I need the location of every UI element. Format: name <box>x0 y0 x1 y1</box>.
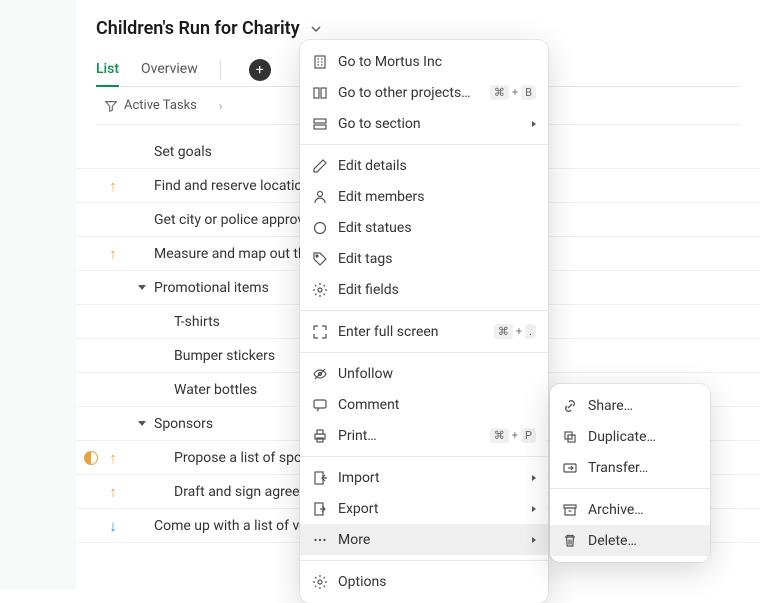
print-icon <box>312 428 328 444</box>
menu-label: Edit statues <box>338 220 536 236</box>
tab-list[interactable]: List <box>96 53 119 87</box>
fullscreen-icon <box>312 324 328 340</box>
priority-up-icon: ↑ <box>109 449 117 467</box>
submenu-delete[interactable]: Delete… <box>550 525 710 556</box>
menu-label: Go to section <box>338 116 522 132</box>
status-half-icon <box>84 451 98 465</box>
building-icon <box>312 54 328 70</box>
priority-up-icon: ↑ <box>109 245 117 263</box>
filter-expand-icon[interactable]: › <box>219 99 223 113</box>
trash-icon <box>562 533 578 549</box>
filter-icon <box>104 99 118 113</box>
link-icon <box>562 398 578 414</box>
menu-label: Export <box>338 501 522 517</box>
menu-label: Options <box>338 574 536 590</box>
projects-icon <box>312 85 328 101</box>
menu-full-screen[interactable]: Enter full screen ⌘+. <box>300 316 548 347</box>
pencil-icon <box>312 158 328 174</box>
priority-up-icon: ↑ <box>109 177 117 195</box>
duplicate-icon <box>562 429 578 445</box>
export-icon <box>312 501 328 517</box>
menu-edit-fields[interactable]: Edit fields <box>300 274 548 305</box>
task-text: Get city or police approval <box>146 212 315 228</box>
menu-import[interactable]: Import <box>300 462 548 493</box>
menu-label: Comment <box>338 397 536 413</box>
submenu-arrow-icon <box>532 121 536 127</box>
task-text: Find and reserve location <box>146 178 310 194</box>
gear-icon <box>312 574 328 590</box>
more-submenu: Share… Duplicate… Transfer… Archive… Del… <box>550 384 710 562</box>
section-icon <box>312 116 328 132</box>
task-text: Promotional items <box>146 280 269 296</box>
menu-label: Go to other projects… <box>338 85 480 101</box>
menu-label: Go to Mortus Inc <box>338 54 536 70</box>
menu-go-mortus[interactable]: Go to Mortus Inc <box>300 46 548 77</box>
menu-label: Archive… <box>588 502 698 518</box>
submenu-arrow-icon <box>532 537 536 543</box>
submenu-transfer[interactable]: Transfer… <box>550 452 710 483</box>
comment-icon <box>312 397 328 413</box>
submenu-archive[interactable]: Archive… <box>550 494 710 525</box>
chevron-down-icon[interactable] <box>308 21 324 37</box>
page-title: Children's Run for Charity <box>96 18 300 39</box>
task-text: Set goals <box>146 144 212 160</box>
tag-icon <box>312 251 328 267</box>
menu-label: Print… <box>338 428 480 444</box>
filter-label: Active Tasks <box>124 98 197 113</box>
circle-icon <box>312 220 328 236</box>
menu-export[interactable]: Export <box>300 493 548 524</box>
menu-label: Share… <box>588 398 698 414</box>
tab-overview[interactable]: Overview <box>141 53 198 87</box>
menu-comment[interactable]: Comment <box>300 389 548 420</box>
menu-options[interactable]: Options <box>300 566 548 597</box>
menu-go-other-projects[interactable]: Go to other projects… ⌘+B <box>300 77 548 108</box>
menu-label: More <box>338 532 522 548</box>
menu-label: Import <box>338 470 522 486</box>
menu-edit-details[interactable]: Edit details <box>300 150 548 181</box>
priority-down-icon: ↓ <box>109 517 117 535</box>
menu-label: Edit tags <box>338 251 536 267</box>
submenu-arrow-icon <box>532 506 536 512</box>
priority-up-icon: ↑ <box>109 483 117 501</box>
transfer-icon <box>562 460 578 476</box>
caret-down-icon[interactable] <box>138 421 146 426</box>
caret-down-icon[interactable] <box>138 285 146 290</box>
person-icon <box>312 189 328 205</box>
ellipsis-icon <box>312 532 328 548</box>
project-menu: Go to Mortus Inc Go to other projects… ⌘… <box>300 40 548 603</box>
add-tab-button[interactable]: + <box>249 59 271 81</box>
eye-off-icon <box>312 366 328 382</box>
import-icon <box>312 470 328 486</box>
task-text: Sponsors <box>146 416 213 432</box>
menu-label: Unfollow <box>338 366 536 382</box>
menu-label: Duplicate… <box>588 429 698 445</box>
task-text: Water bottles <box>166 382 257 398</box>
menu-label: Edit fields <box>338 282 536 298</box>
task-text: Bumper stickers <box>166 348 275 364</box>
archive-icon <box>562 502 578 518</box>
menu-go-section[interactable]: Go to section <box>300 108 548 139</box>
menu-edit-statues[interactable]: Edit statues <box>300 212 548 243</box>
gear-icon <box>312 282 328 298</box>
menu-label: Edit details <box>338 158 536 174</box>
menu-label: Enter full screen <box>338 324 484 340</box>
menu-edit-members[interactable]: Edit members <box>300 181 548 212</box>
menu-label: Transfer… <box>588 460 698 476</box>
task-text: T-shirts <box>166 314 220 330</box>
menu-more[interactable]: More <box>300 524 548 555</box>
menu-label: Delete… <box>588 533 698 549</box>
submenu-arrow-icon <box>532 475 536 481</box>
menu-print[interactable]: Print… ⌘+P <box>300 420 548 451</box>
menu-edit-tags[interactable]: Edit tags <box>300 243 548 274</box>
submenu-duplicate[interactable]: Duplicate… <box>550 421 710 452</box>
submenu-share[interactable]: Share… <box>550 390 710 421</box>
filter-chip[interactable]: Active Tasks <box>100 98 201 113</box>
menu-unfollow[interactable]: Unfollow <box>300 358 548 389</box>
menu-label: Edit members <box>338 189 536 205</box>
